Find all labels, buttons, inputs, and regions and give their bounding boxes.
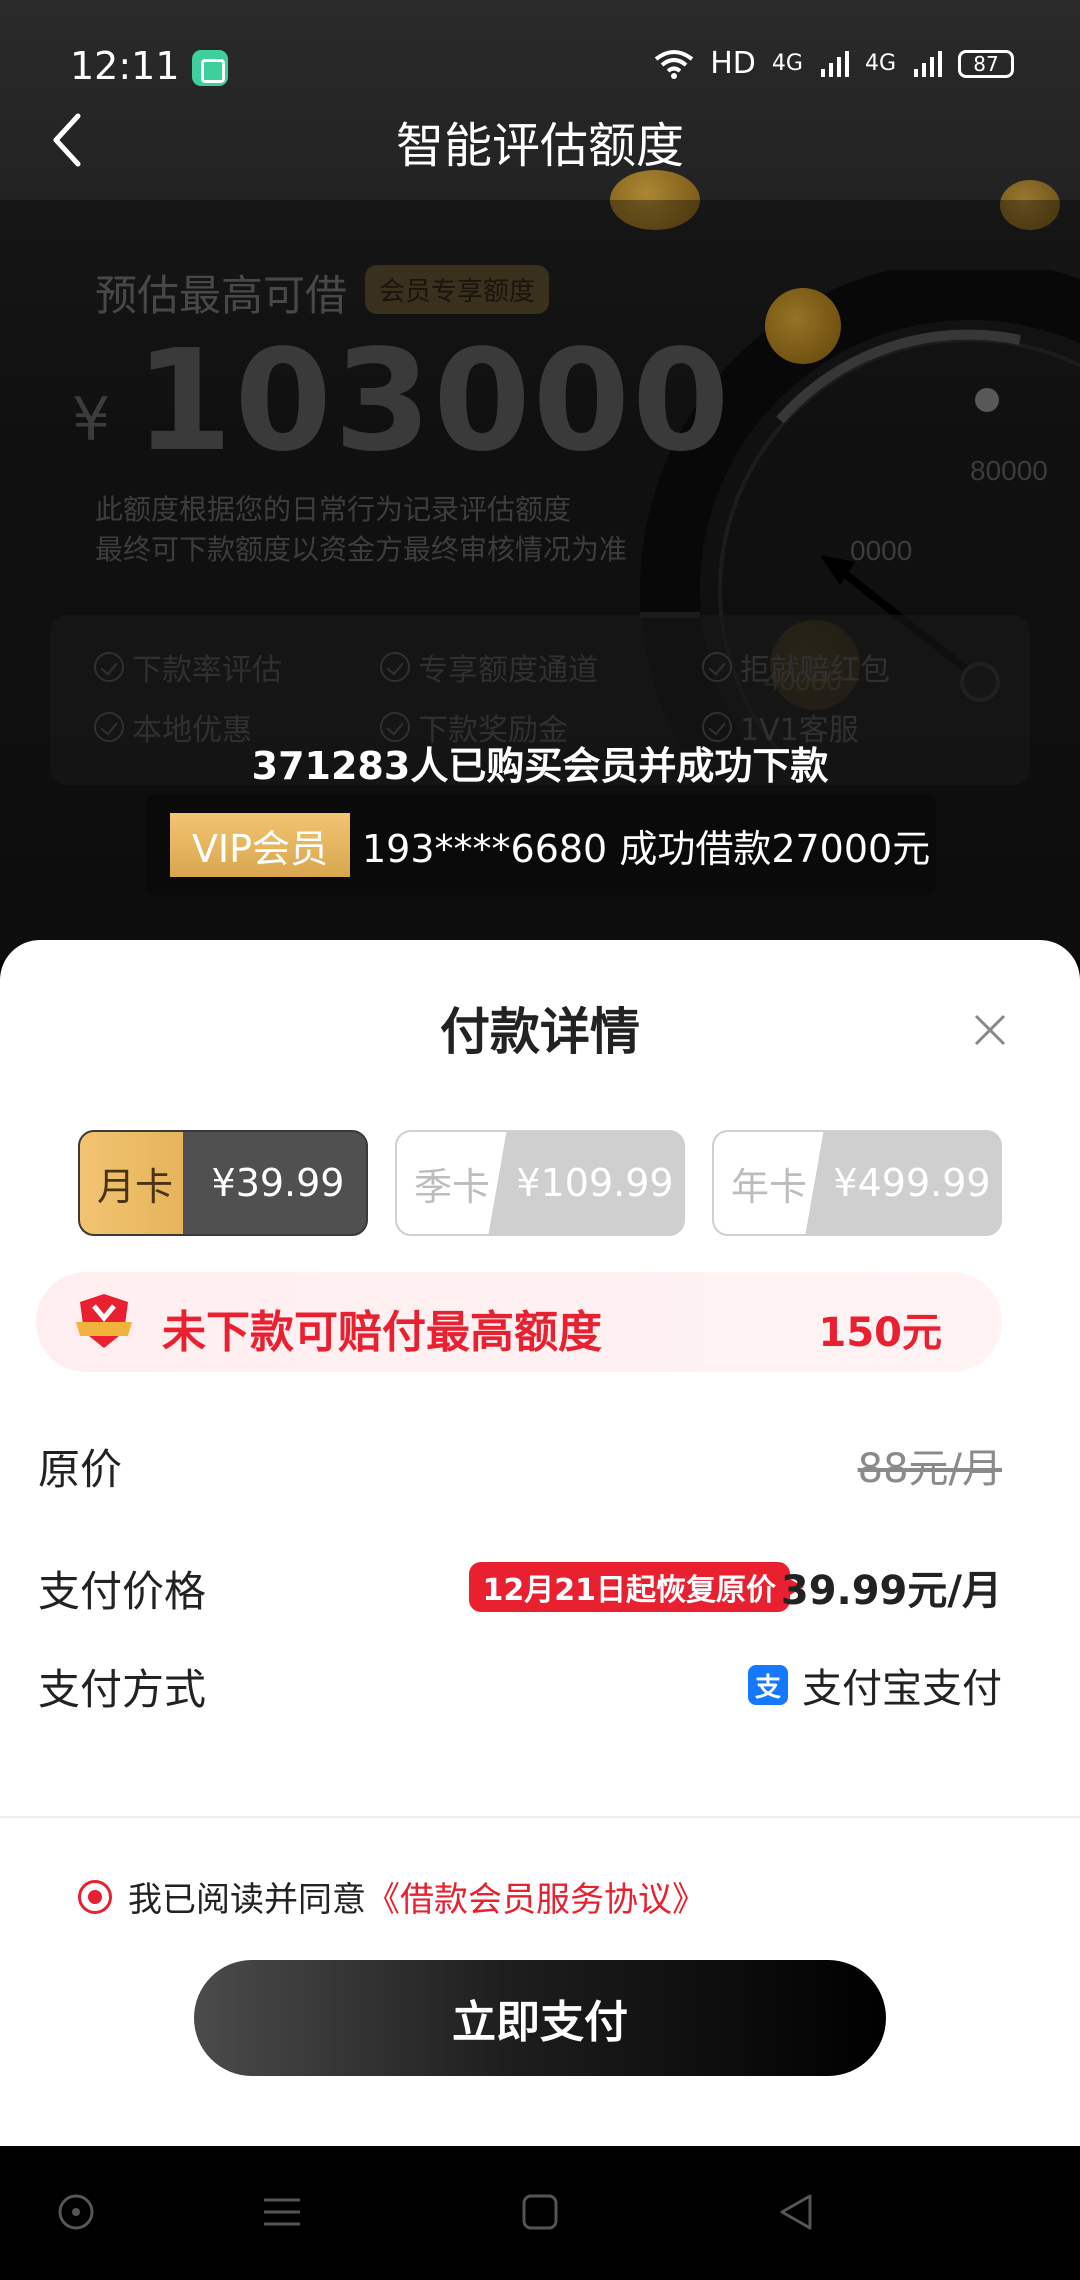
assistant-icon[interactable] (46, 2182, 106, 2242)
pay-now-button[interactable]: 立即支付 (194, 1960, 886, 2076)
home-icon[interactable] (510, 2182, 570, 2242)
original-price-label: 原价 (38, 1445, 123, 1494)
plan-options: 月卡 ¥39.99 季卡 ¥109.99 年卡 ¥499.99 (78, 1130, 1002, 1236)
status-icons: HD 4G 4G 87 (654, 46, 1014, 81)
signal-bars-icon-2 (914, 50, 942, 77)
payment-sheet: 付款详情 月卡 ¥39.99 季卡 ¥109.99 年卡 ¥499.99 未下款… (0, 940, 1080, 2146)
battery-icon: 87 (958, 49, 1014, 78)
shield-badge-icon (76, 1294, 132, 1348)
close-icon[interactable] (970, 1010, 1010, 1050)
estimate-hero: 80000 0000 40000 预估最高可借 会员专享额度 ¥ 103000 … (0, 170, 1080, 960)
success-ticker: VIP会员 193****6680 成功借款27000元 (146, 795, 936, 895)
buyers-count-text: 371283人已购买会员并成功下款 (251, 744, 829, 788)
system-nav-bar (0, 2146, 1080, 2280)
back-triangle-icon[interactable] (766, 2182, 826, 2242)
app-notification-icon (192, 50, 228, 86)
compensation-text: 未下款可赔付最高额度 (162, 1307, 602, 1358)
plan-price: ¥109.99 (516, 1161, 674, 1205)
signal-4g-1: 4G (771, 51, 803, 76)
compensation-amount: 150元 (818, 1310, 943, 1356)
signal-bars-icon (820, 50, 849, 77)
pay-method-row[interactable]: 支付方式 支 支付宝支付 (38, 1642, 1002, 1722)
divider (0, 1816, 1080, 1818)
status-time: 12:11 (70, 44, 180, 88)
alipay-icon: 支 (748, 1665, 788, 1705)
plan-yearly[interactable]: 年卡 ¥499.99 (712, 1130, 1002, 1236)
hd-indicator: HD (710, 46, 756, 81)
restore-price-tag: 12月21日起恢复原价 (468, 1562, 804, 1612)
plan-quarterly[interactable]: 季卡 ¥109.99 (395, 1130, 685, 1236)
alipay-label: 支付宝支付 (802, 1666, 1002, 1712)
plan-name: 年卡 (730, 1164, 807, 1209)
page-title: 智能评估额度 (395, 118, 684, 174)
pay-price-value: 39.99元/月 (780, 1568, 1002, 1614)
vip-member-tag: VIP会员 (170, 813, 350, 877)
compensation-banner: 未下款可赔付最高额度 150元 (36, 1272, 1002, 1372)
ticker-message: 193****6680 成功借款27000元 (362, 826, 931, 871)
agreement-link[interactable]: 《借款会员服务协议》 (366, 1872, 706, 1921)
agreement-row: 我已阅读并同意 《借款会员服务协议》 (78, 1872, 706, 1921)
pay-method-label: 支付方式 (38, 1665, 207, 1714)
signal-4g-2: 4G (864, 51, 896, 76)
plan-name: 季卡 (413, 1164, 490, 1209)
nav-bar: 智能评估额度 (0, 88, 1080, 198)
plan-price: ¥39.99 (211, 1161, 345, 1205)
wifi-icon (655, 49, 694, 79)
pay-price-label: 支付价格 (38, 1567, 207, 1616)
agree-radio[interactable] (78, 1879, 112, 1914)
plan-monthly[interactable]: 月卡 ¥39.99 (78, 1130, 368, 1236)
pay-method-value: 支 支付宝支付 (748, 1656, 1002, 1714)
top-section: 12:11 HD 4G 4G 87 智能评估额度 80000 0000 预估最高… (0, 0, 1080, 960)
menu-icon[interactable] (252, 2182, 312, 2242)
plan-name: 月卡 (96, 1164, 173, 1209)
sheet-title: 付款详情 (440, 1003, 640, 1061)
plan-price: ¥499.99 (833, 1161, 991, 1205)
agree-text: 我已阅读并同意 (128, 1880, 366, 1920)
original-price-row: 原价 88元/月 (38, 1422, 1002, 1502)
pay-price-row: 支付价格 12月21日起恢复原价 39.99元/月 (38, 1544, 1002, 1624)
original-price-value: 88元/月 (857, 1446, 1002, 1492)
